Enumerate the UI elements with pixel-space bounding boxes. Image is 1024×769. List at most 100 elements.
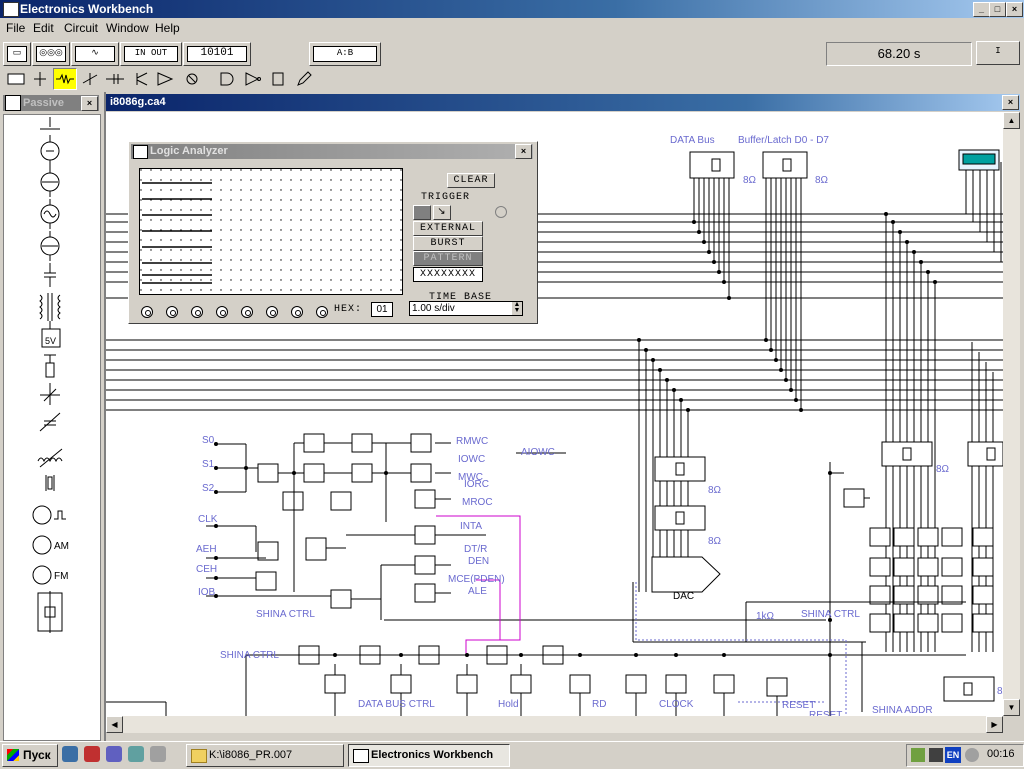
word-generator-button[interactable]: 10101 bbox=[183, 42, 251, 66]
fuse-part-icon[interactable] bbox=[37, 591, 63, 633]
fm-source-icon[interactable]: FM bbox=[32, 565, 68, 585]
start-button[interactable]: Пуск bbox=[2, 744, 58, 767]
pulse-source-icon[interactable] bbox=[32, 505, 66, 525]
quicklaunch-64-icon[interactable] bbox=[84, 746, 100, 762]
menu-help[interactable]: Help bbox=[155, 21, 180, 35]
variable-inductor-icon[interactable] bbox=[37, 448, 63, 468]
label-clk: CLK bbox=[198, 514, 218, 525]
input-terminal-8[interactable] bbox=[316, 306, 328, 318]
language-indicator[interactable]: EN bbox=[945, 747, 961, 763]
menu-circuit[interactable]: Circuit bbox=[64, 21, 98, 35]
input-terminal-4[interactable] bbox=[216, 306, 228, 318]
menu-window[interactable]: Window bbox=[106, 21, 149, 35]
spinner-arrows-icon[interactable]: ▲ ▼ bbox=[512, 301, 522, 315]
scroll-left-arrow[interactable]: ◀ bbox=[106, 716, 123, 733]
logic-analyzer-close-button[interactable]: × bbox=[515, 144, 532, 159]
multimeter-button[interactable]: ▭ bbox=[3, 42, 31, 66]
taskbar-clock: 00:16 bbox=[987, 748, 1015, 760]
am-source-icon[interactable]: AM bbox=[32, 535, 69, 555]
pattern-input[interactable]: XXXXXXXX bbox=[413, 267, 483, 282]
passive-bin-button[interactable] bbox=[53, 68, 77, 90]
sources-icon bbox=[34, 72, 46, 86]
logic-gates-bin-button[interactable] bbox=[215, 68, 239, 90]
pull-up-resistor-icon[interactable] bbox=[44, 354, 56, 378]
input-terminal-1[interactable] bbox=[141, 306, 153, 318]
tray-tool-icon[interactable] bbox=[929, 748, 943, 762]
bode-plotter-button[interactable]: IN OUT bbox=[120, 42, 182, 66]
oscilloscope-button[interactable]: ∿ bbox=[71, 42, 119, 66]
logic-analyzer-instrument-icon[interactable] bbox=[958, 149, 1000, 171]
tray-network-icon[interactable] bbox=[911, 748, 925, 762]
label-dac: DAC bbox=[673, 591, 694, 602]
capacitor-part-icon[interactable] bbox=[44, 263, 56, 287]
ac-voltage-source-icon[interactable] bbox=[40, 199, 60, 229]
analog-ics-bin-button[interactable] bbox=[153, 68, 177, 90]
function-generator-button[interactable]: ◎◎◎ bbox=[32, 42, 70, 66]
horizontal-scrollbar[interactable]: ◀ ▶ bbox=[106, 716, 1003, 733]
chip-icon bbox=[272, 72, 284, 86]
input-terminal-7[interactable] bbox=[291, 306, 303, 318]
input-terminal-2[interactable] bbox=[166, 306, 178, 318]
input-terminal-5[interactable] bbox=[241, 306, 253, 318]
battery-part-icon[interactable]: 5V bbox=[41, 321, 61, 348]
taskbar-item-folder[interactable]: K:\i8086_PR.007 bbox=[186, 744, 344, 767]
quicklaunch-z-icon[interactable] bbox=[106, 746, 122, 762]
sources-bin-button[interactable] bbox=[28, 68, 52, 90]
ground-part-icon[interactable] bbox=[40, 117, 60, 130]
logic-converter-button[interactable]: A:B bbox=[309, 42, 381, 66]
diodes-bin-button[interactable] bbox=[103, 68, 127, 90]
buffer-taps bbox=[638, 160, 1002, 716]
trigger-rising-button[interactable] bbox=[413, 205, 431, 220]
parts-bin-close-button[interactable]: × bbox=[81, 96, 98, 111]
dc-current-source-icon[interactable] bbox=[40, 167, 60, 197]
crystal-part-icon[interactable] bbox=[45, 475, 55, 491]
controls-bin-button[interactable] bbox=[266, 68, 290, 90]
dac-chip[interactable] bbox=[651, 556, 721, 593]
app-title-bar: Electronics Workbench _ □ × bbox=[0, 0, 1024, 18]
menu-file[interactable]: File bbox=[6, 21, 25, 35]
transformer-part-icon[interactable] bbox=[39, 293, 61, 321]
control-logic-gates[interactable] bbox=[255, 433, 994, 697]
ac-current-source-icon[interactable] bbox=[40, 231, 60, 261]
trigger-falling-button[interactable]: ↘ bbox=[433, 205, 451, 220]
label-inta: INTA bbox=[460, 521, 482, 532]
favorites-bin-button[interactable] bbox=[4, 68, 28, 90]
time-base-spinner[interactable]: 1.00 s/div ▲ ▼ bbox=[409, 301, 523, 316]
menu-edit[interactable]: Edit bbox=[33, 21, 54, 35]
show-desktop-icon[interactable] bbox=[62, 746, 78, 762]
scroll-up-arrow[interactable]: ▲ bbox=[1003, 112, 1020, 129]
clear-button[interactable]: CLEAR bbox=[447, 173, 495, 188]
burst-button[interactable]: BURST bbox=[413, 236, 483, 251]
relay-part-icon[interactable] bbox=[40, 383, 60, 405]
minimize-button[interactable]: _ bbox=[973, 2, 990, 17]
input-terminal-3[interactable] bbox=[191, 306, 203, 318]
dc-voltage-source-icon[interactable] bbox=[40, 135, 60, 167]
logic-analyzer-window[interactable]: Logic Analyzer × CLEAR TRIGGER ↘ EXTERNAL… bbox=[128, 141, 538, 324]
switches-bin-button[interactable] bbox=[78, 68, 102, 90]
workbench-icon bbox=[353, 749, 369, 763]
vertical-scrollbar[interactable]: ▲ ▼ bbox=[1003, 112, 1020, 716]
digital-bin-button[interactable] bbox=[240, 68, 264, 90]
pause-label: I bbox=[980, 45, 1016, 61]
transistors-bin-button[interactable] bbox=[128, 68, 152, 90]
maximize-button[interactable]: □ bbox=[989, 2, 1006, 17]
parts-bin-toolbar bbox=[0, 68, 1024, 90]
circuit-window-close-button[interactable]: × bbox=[1002, 95, 1019, 110]
switch-icon bbox=[82, 73, 98, 85]
scroll-right-arrow[interactable]: ▶ bbox=[986, 716, 1003, 733]
tray-clock-icon[interactable] bbox=[965, 748, 979, 762]
taskbar-item-workbench[interactable]: Electronics Workbench bbox=[348, 744, 510, 767]
pause-button[interactable]: I bbox=[976, 41, 1020, 65]
analyzer-display bbox=[139, 168, 403, 295]
quicklaunch-tool-icon[interactable] bbox=[128, 746, 144, 762]
input-terminal-6[interactable] bbox=[266, 306, 278, 318]
simulation-time: 68.20 s bbox=[826, 42, 972, 66]
pattern-button[interactable]: PATTERN bbox=[413, 251, 483, 266]
variable-capacitor-icon[interactable] bbox=[39, 412, 61, 432]
close-button[interactable]: × bbox=[1006, 2, 1023, 17]
external-button[interactable]: EXTERNAL bbox=[413, 221, 483, 236]
misc-bin-button[interactable] bbox=[292, 68, 316, 90]
scroll-down-arrow[interactable]: ▼ bbox=[1003, 699, 1020, 716]
quicklaunch-app-icon[interactable] bbox=[150, 746, 166, 762]
indicators-bin-button[interactable] bbox=[180, 68, 204, 90]
